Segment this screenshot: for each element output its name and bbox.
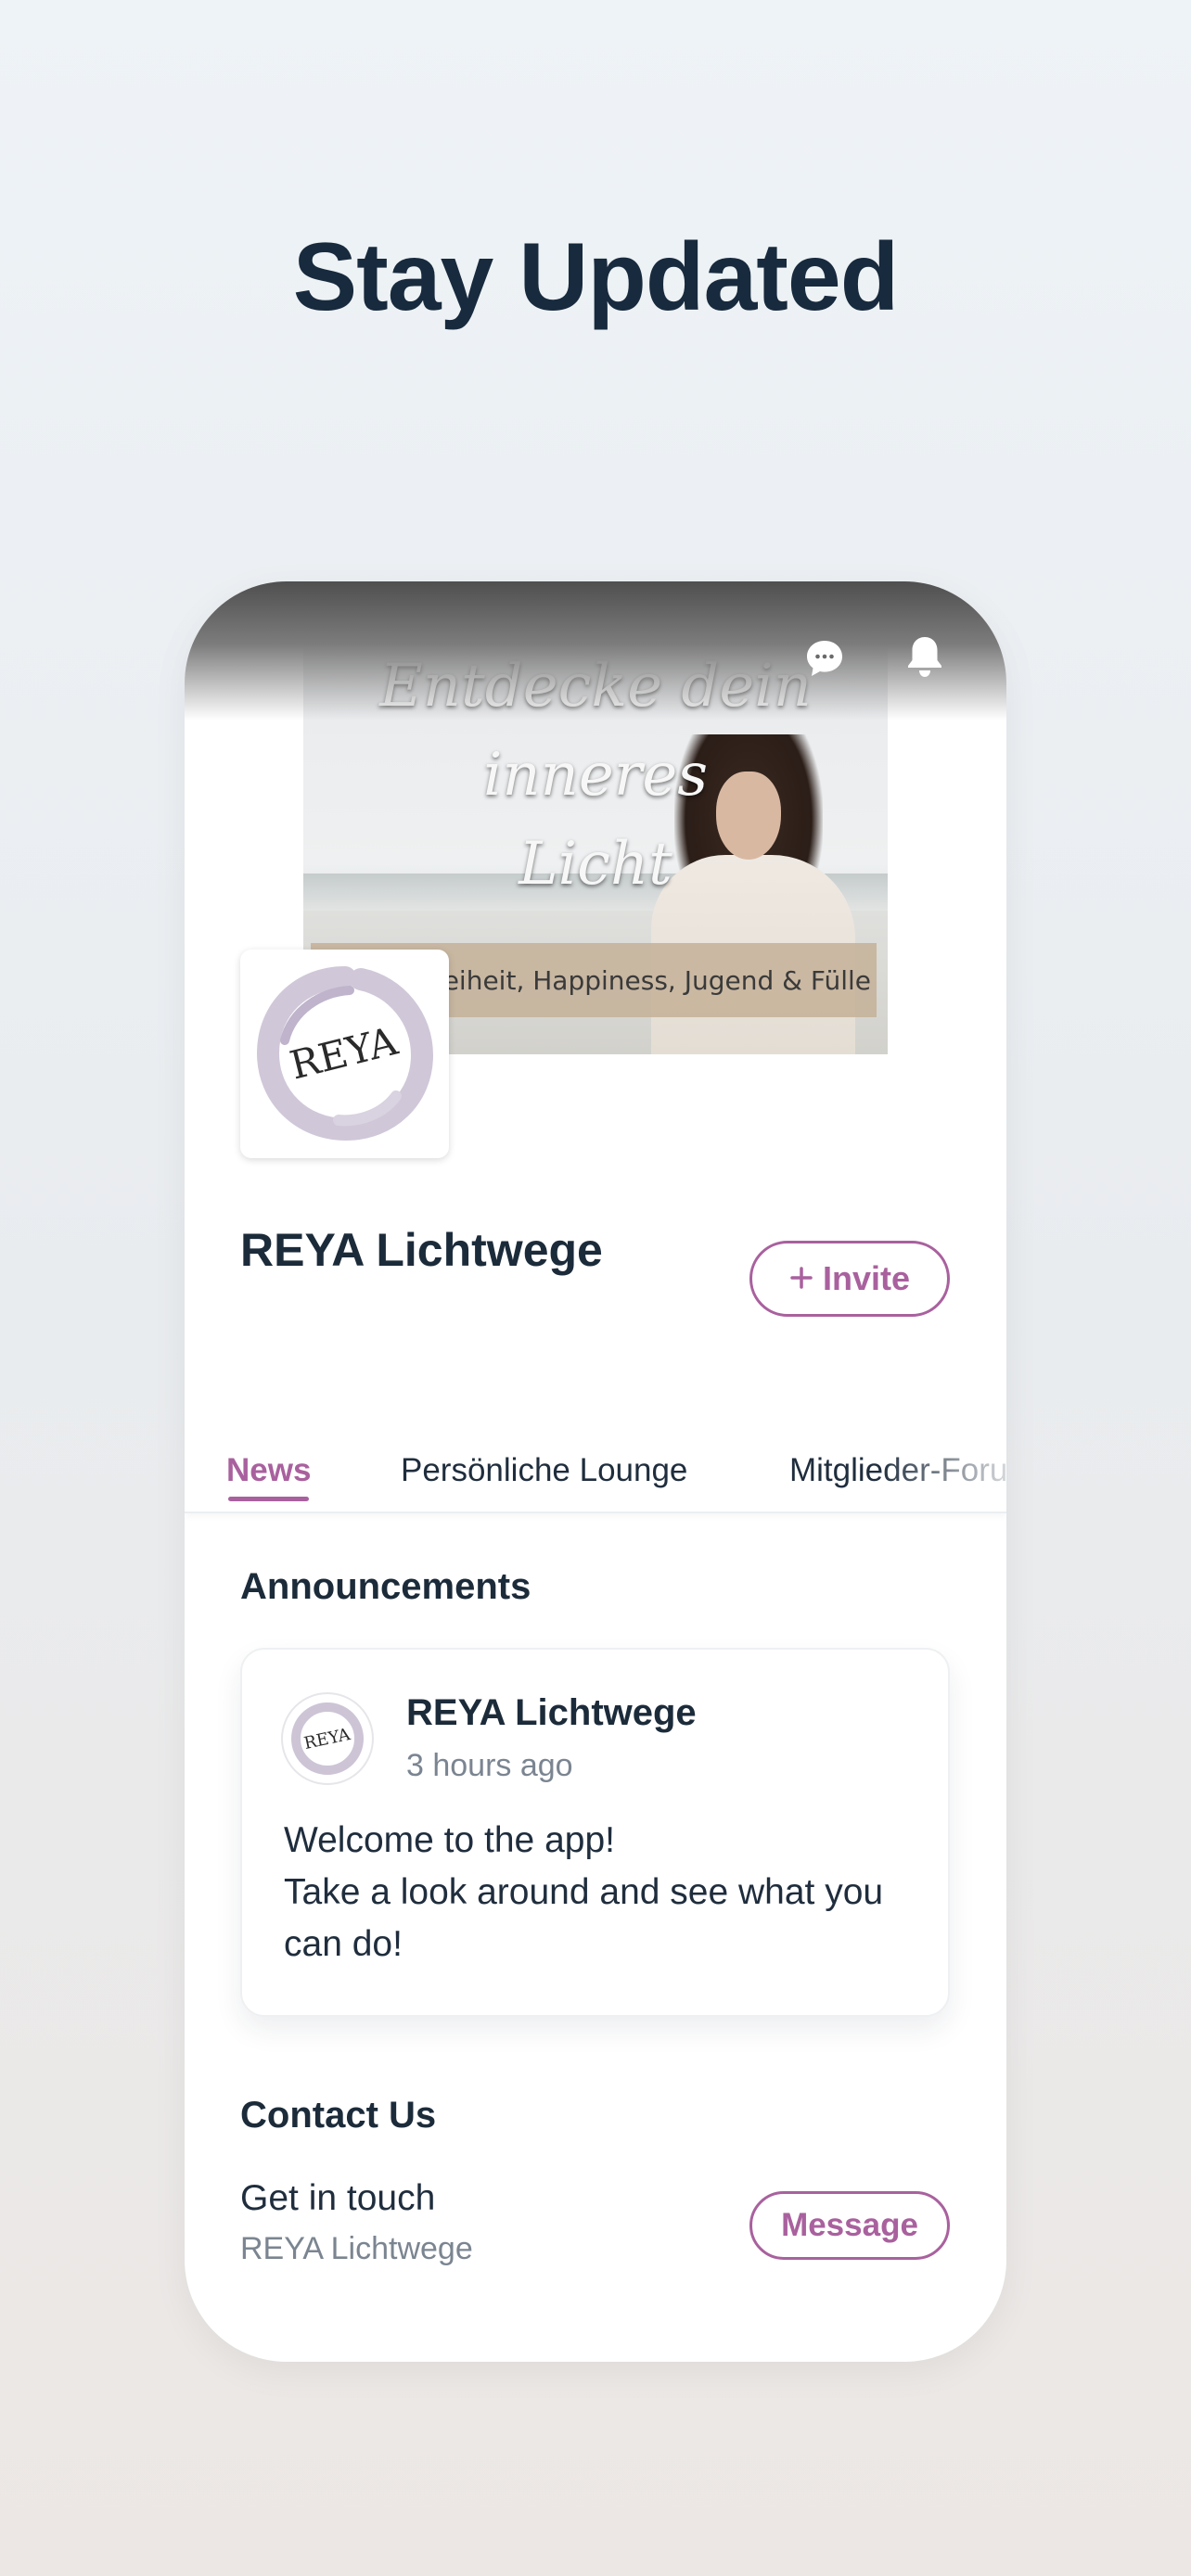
bell-icon[interactable] xyxy=(904,634,945,677)
post-timestamp: 3 hours ago xyxy=(406,1748,573,1783)
message-button[interactable]: Message xyxy=(749,2191,950,2260)
post-body-line-3: can do! xyxy=(284,1924,403,1964)
post-author-name: REYA Lichtwege xyxy=(406,1692,697,1733)
announcements-heading: Announcements xyxy=(240,1566,531,1607)
invite-button-label: Invite xyxy=(822,1259,911,1297)
phone-screen: Entdecke dein inneres Licht u Freiheit, … xyxy=(185,581,1006,2362)
cover-script-line-1: Entdecke dein inneres xyxy=(379,652,812,810)
tab-persoenliche-lounge[interactable]: Persönliche Lounge xyxy=(401,1452,687,1489)
contact-heading: Contact Us xyxy=(240,2095,437,2136)
tab-news[interactable]: News xyxy=(226,1452,311,1489)
cover-script-line-2: Licht xyxy=(519,830,672,899)
chat-bubble-icon[interactable] xyxy=(804,638,845,679)
brand-name: REYA Lichtwege xyxy=(240,1224,603,1276)
invite-button[interactable]: Invite xyxy=(749,1241,950,1317)
brand-logo-text: REYA xyxy=(285,1017,402,1088)
post-body-line-2: Take a look around and see what you xyxy=(284,1872,884,1912)
cover-script-text: Entdecke dein inneres Licht xyxy=(303,642,888,909)
post-body: Welcome to the app! Take a look around a… xyxy=(284,1815,924,1970)
tab-mitglieder-forum[interactable]: Mitglieder-Foru xyxy=(789,1452,1006,1489)
post-body-line-1: Welcome to the app! xyxy=(284,1820,615,1860)
brand-logo: REYA xyxy=(240,950,449,1158)
post-avatar-text: REYA xyxy=(302,1725,352,1753)
active-tab-indicator xyxy=(228,1497,309,1501)
plus-icon xyxy=(789,1259,813,1298)
contact-business-name: REYA Lichtwege xyxy=(240,2231,473,2266)
announcement-post-card[interactable]: REYA REYA Lichtwege 3 hours ago Welcome … xyxy=(240,1648,950,2017)
page-headline: Stay Updated xyxy=(292,223,900,331)
cover-tagline: u Freiheit, Happiness, Jugend & Fülle xyxy=(395,964,871,996)
post-author-avatar: REYA xyxy=(281,1692,374,1785)
contact-get-in-touch: Get in touch xyxy=(240,2178,436,2218)
